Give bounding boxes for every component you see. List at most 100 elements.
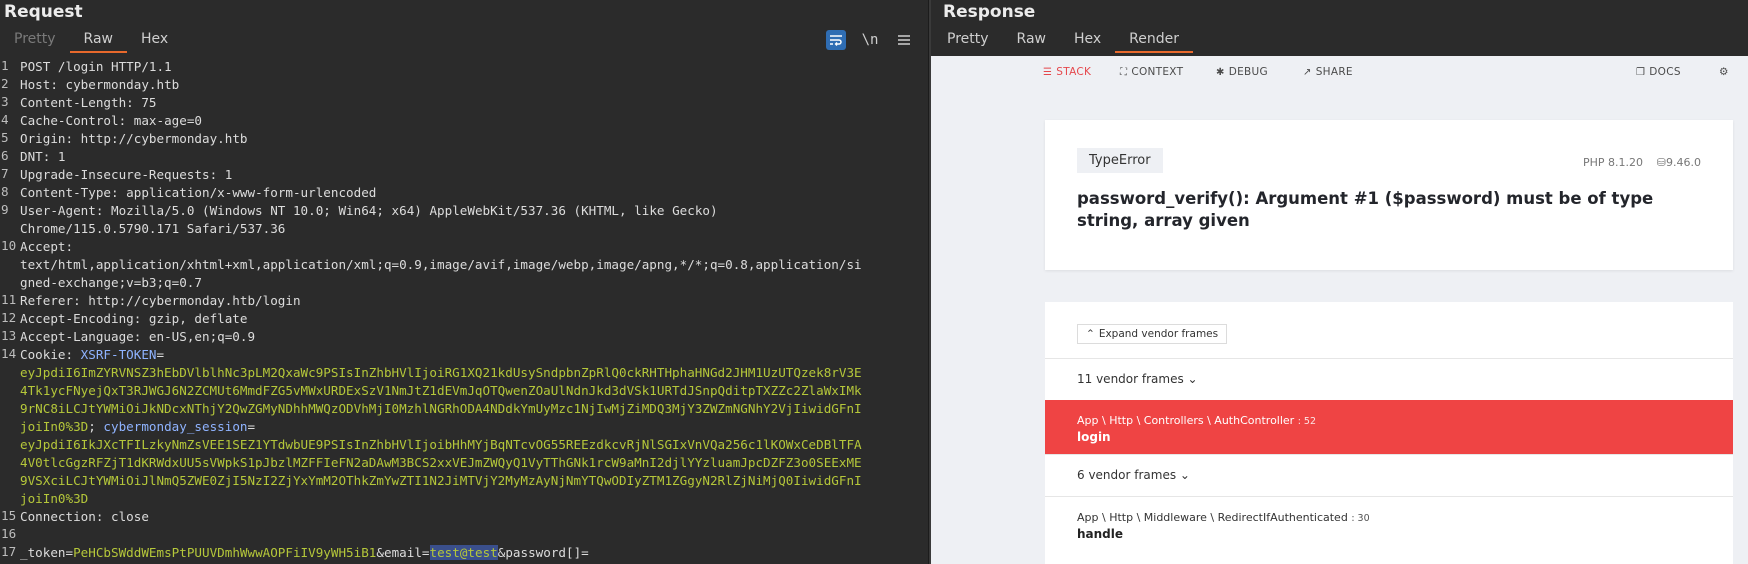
vendor-frames-row[interactable]: 11 vendor frames ⌄ xyxy=(1045,358,1733,400)
line-number: 4 xyxy=(1,112,9,127)
bug-icon: ✱ xyxy=(1216,66,1225,78)
cookie-name: XSRF-TOKEN xyxy=(80,347,157,362)
frame-path: App \ Http \ Middleware \ RedirectIfAuth… xyxy=(1077,511,1370,524)
line-number: 5 xyxy=(1,130,9,145)
cookie-value: 4Tk1ycFNyejQxT3RJWGJ6N2ZCMUt6MmdFZG5vMWx… xyxy=(20,383,862,398)
exception-message: password_verify(): Argument #1 ($passwor… xyxy=(1077,189,1654,230)
line-number: 9 xyxy=(1,202,9,217)
request-line: Cache-Control: max-age=0 xyxy=(20,113,202,128)
request-line: Cookie: XSRF-TOKEN= xyxy=(20,347,165,362)
line-number: 6 xyxy=(1,148,9,163)
request-line: Chrome/115.0.5790.171 Safari/537.36 xyxy=(20,220,285,238)
stack-frame-active[interactable]: App \ Http \ Controllers \ AuthControlle… xyxy=(1045,400,1733,454)
header-value-continued: Chrome/115.0.5790.171 Safari/537.36 xyxy=(20,221,286,236)
raw-request-editor[interactable]: 1 POST /login HTTP/1.1 2 Host: cybermonday.… xyxy=(0,58,928,564)
header-value: 1 xyxy=(224,167,233,182)
line-number: 11 xyxy=(1,292,17,307)
header-key: Cache-Control xyxy=(20,113,119,128)
request-line: DNT: 1 xyxy=(20,149,66,164)
header-key: Upgrade-Insecure-Requests xyxy=(20,167,210,182)
laravel-version: ⛁9.46.0 xyxy=(1657,156,1701,169)
request-line: Accept: xyxy=(20,239,81,254)
request-line: Accept-Encoding: gzip, deflate xyxy=(20,311,248,326)
tab-render[interactable]: Render xyxy=(1115,29,1193,53)
frame-class: App \ Http \ Middleware \ RedirectIfAuth… xyxy=(1077,511,1348,524)
request-line: Origin: http://cybermonday.htb xyxy=(20,131,248,146)
tab-raw[interactable]: Raw xyxy=(69,29,128,53)
cookie-value: eyJpdiI6ImZYRVNSZ3hEbDVlblhNc3pLM2QxaWc9… xyxy=(20,365,862,380)
request-toolbar: \n xyxy=(826,30,914,50)
expand-label: Expand vendor frames xyxy=(1098,328,1219,340)
line-number: 14 xyxy=(1,346,17,361)
request-line: 4V0tlcGgzRFZjT1dKRWdxUU5sVWpkS1pJbzlMZFF… xyxy=(20,454,862,472)
cookie-value: 9VSXciLCJtYWMiOiJlNmQ5ZWE0ZjI5NzI2ZjYxYm… xyxy=(20,473,862,488)
frame-function: handle xyxy=(1077,527,1124,541)
stack-frame[interactable]: App \ Http \ Middleware \ RedirectIfAuth… xyxy=(1045,496,1733,552)
line-number: 15 xyxy=(1,508,17,523)
context-tab[interactable]: ⛶ CONTEXT xyxy=(1120,66,1183,78)
request-line: _token=PeHCbSWddWEmsPtPUUVDmhWwwAOPFiIV9… xyxy=(20,545,589,560)
request-line: Connection: close xyxy=(20,509,149,524)
header-key: Accept xyxy=(20,239,66,254)
gear-icon[interactable]: ⚙ xyxy=(1719,66,1729,78)
cookie-value: 4V0tlcGgzRFZjT1dKRWdxUU5sVWpkS1pJbzlMZFF… xyxy=(20,455,862,470)
laravel-version-text: 9.46.0 xyxy=(1666,156,1701,169)
book-icon: ❒ xyxy=(1636,66,1646,78)
header-value-continued: gned-exchange;v=b3;q=0.7 xyxy=(20,275,202,290)
header-key: Connection xyxy=(20,509,96,524)
header-key: Cookie xyxy=(20,347,66,362)
line-number: 3 xyxy=(1,94,9,109)
line-number: 12 xyxy=(1,310,17,325)
request-line: joiIn0%3D xyxy=(20,490,88,508)
cookie-value: joiIn0%3D xyxy=(20,491,89,506)
header-key: Accept-Language xyxy=(20,329,134,344)
line-number: 2 xyxy=(1,76,9,91)
request-title: Request xyxy=(4,2,83,22)
stack-tab[interactable]: ☰ STACK xyxy=(1043,66,1091,78)
wrap-lines-icon[interactable] xyxy=(826,30,846,50)
hamburger-menu-icon[interactable] xyxy=(894,30,914,50)
show-newlines-button[interactable]: \n xyxy=(860,30,880,50)
header-value: close xyxy=(111,509,149,524)
param-key: email xyxy=(383,545,422,560)
tab-hex[interactable]: Hex xyxy=(1060,29,1115,53)
line-number: 13 xyxy=(1,328,17,343)
debug-label: DEBUG xyxy=(1228,66,1268,78)
header-value: http://cybermonday.htb/login xyxy=(88,293,301,308)
list-icon: ☰ xyxy=(1043,66,1053,78)
tab-pretty[interactable]: Pretty xyxy=(933,29,1003,53)
debug-tab[interactable]: ✱ DEBUG xyxy=(1216,66,1268,78)
header-value: Mozilla/5.0 (Windows NT 10.0; Win64; x64… xyxy=(111,203,718,218)
response-pane: Response Pretty Raw Hex Render ☰ STACK ⛶… xyxy=(931,0,1748,564)
exception-class: TypeError xyxy=(1077,148,1163,173)
tab-raw[interactable]: Raw xyxy=(1003,29,1060,53)
header-key: User-Agent xyxy=(20,203,96,218)
context-label: CONTEXT xyxy=(1131,66,1184,78)
request-line: text/html,application/xhtml+xml,applicat… xyxy=(20,256,862,274)
share-tab[interactable]: ↗ SHARE xyxy=(1303,66,1353,78)
request-pane: Request Pretty Raw Hex \n 1 POST /login H… xyxy=(0,0,928,564)
header-value: 75 xyxy=(141,95,157,110)
request-line: 9VSXciLCJtYWMiOiJlNmQ5ZWE0ZjI5NzI2ZjYxYm… xyxy=(20,472,862,490)
header-key: Accept-Encoding xyxy=(20,311,134,326)
request-line: Content-Length: 75 xyxy=(20,95,157,110)
param-key: _token xyxy=(20,545,66,560)
vendor-frames-row[interactable]: 6 vendor frames ⌄ xyxy=(1045,454,1733,496)
frame-function: login xyxy=(1077,430,1111,444)
exception-card: TypeError PHP 8.1.20 ⛁9.46.0 password_ve… xyxy=(1045,120,1733,270)
header-key: Host xyxy=(20,77,51,92)
chevron-up-down-icon: ⌃ xyxy=(1086,328,1095,340)
chevron-down-icon: ⌄ xyxy=(1179,468,1190,482)
tab-hex[interactable]: Hex xyxy=(127,29,182,53)
header-key: Origin xyxy=(20,131,66,146)
rendered-response: ☰ STACK ⛶ CONTEXT ✱ DEBUG ↗ SHARE ❒ DOCS… xyxy=(931,56,1748,564)
line-number: 10 xyxy=(1,238,17,253)
laravel-icon: ⛁ xyxy=(1656,156,1666,169)
docs-link[interactable]: ❒ DOCS xyxy=(1636,66,1681,78)
tab-pretty[interactable]: Pretty xyxy=(0,29,70,53)
response-title: Response xyxy=(943,2,1036,22)
stack-label: STACK xyxy=(1056,66,1092,78)
header-value: cybermonday.htb xyxy=(65,77,180,92)
expand-vendor-frames-button[interactable]: ⌃ Expand vendor frames xyxy=(1077,324,1228,344)
request-line: gned-exchange;v=b3;q=0.7 xyxy=(20,274,202,292)
